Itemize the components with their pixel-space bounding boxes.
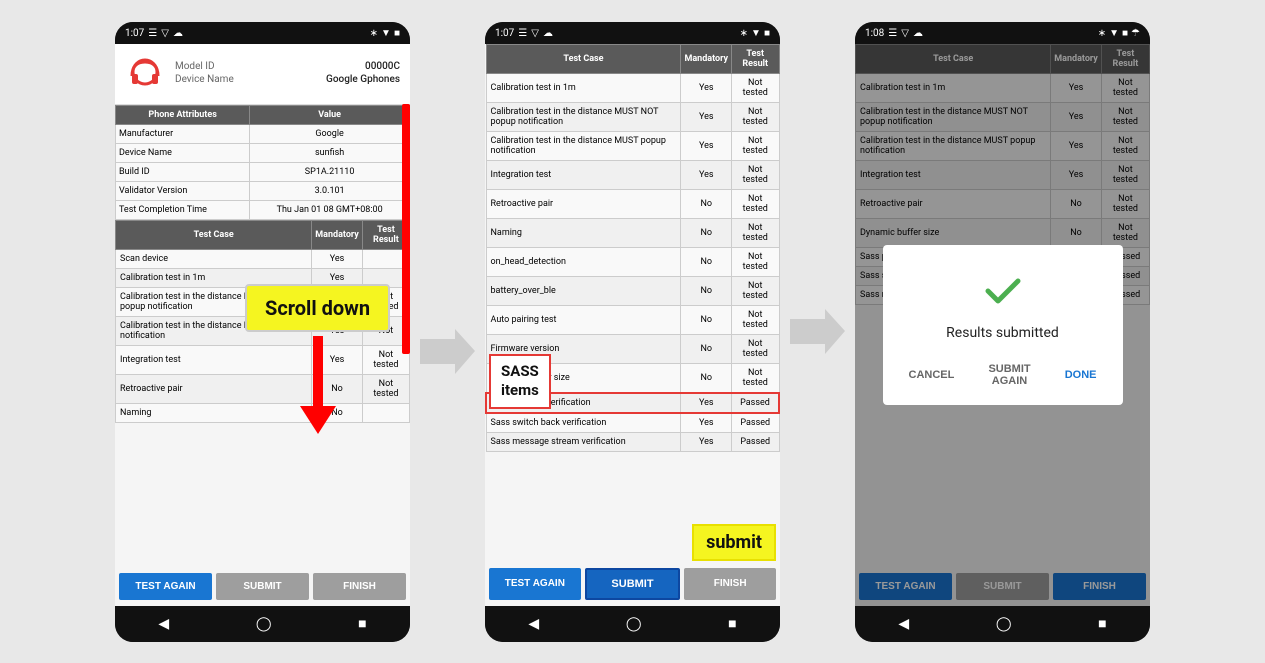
nav-bar-2: ◀ ◯ ■ bbox=[485, 606, 780, 642]
back-button-2[interactable]: ◀ bbox=[528, 616, 539, 632]
bottom-buttons-2: TEST AGAIN SUBMIT FINISH bbox=[485, 562, 780, 606]
test-row: Calibration test in the distance MUST NO… bbox=[486, 102, 779, 131]
arrow-2 bbox=[790, 309, 845, 354]
nav-bar-1: ◀ ◯ ■ bbox=[115, 606, 410, 642]
test-row: battery_over_bleNoNot tested bbox=[486, 276, 779, 305]
phone-1: 1:07 ☰ ▽ ☁ ∗ ▼ ■ bbox=[115, 22, 410, 642]
test-row: Calibration test in the distance MUST po… bbox=[486, 131, 779, 160]
done-button[interactable]: DONE bbox=[1055, 357, 1107, 393]
test-row: Auto pairing testNoNot tested bbox=[486, 305, 779, 334]
attr-row: Validator Version3.0.101 bbox=[116, 181, 410, 200]
submit-again-button[interactable]: SUBMIT AGAIN bbox=[972, 357, 1046, 393]
arrow-1 bbox=[420, 309, 475, 354]
test-row: Calibration test in 1mYesNot tested bbox=[486, 73, 779, 102]
submit-annotation: submit bbox=[692, 524, 776, 561]
finish-button-2[interactable]: FINISH bbox=[684, 568, 776, 600]
phone-2: 1:07 ☰ ▽ ☁ ∗ ▼ ■ Test Case Mandatory bbox=[485, 22, 780, 642]
bottom-buttons-1: TEST AGAIN SUBMIT FINISH bbox=[115, 567, 410, 606]
back-button-3[interactable]: ◀ bbox=[898, 616, 909, 632]
status-bar-2: 1:07 ☰ ▽ ☁ ∗ ▼ ■ bbox=[485, 22, 780, 44]
test-row: Retroactive pairNoNot tested bbox=[486, 189, 779, 218]
headphone-icon bbox=[125, 54, 165, 94]
attr-row: Device Namesunfish bbox=[116, 143, 410, 162]
sass-annotation: SASSitems bbox=[489, 354, 551, 409]
status-time-1: 1:07 ☰ ▽ ☁ bbox=[125, 28, 183, 39]
submit-button-2[interactable]: SUBMIT bbox=[585, 568, 681, 600]
home-button-2[interactable]: ◯ bbox=[626, 616, 642, 632]
submit-button-1[interactable]: SUBMIT bbox=[216, 573, 309, 600]
sass-row: Sass message stream verificationYesPasse… bbox=[486, 432, 779, 451]
finish-button-1[interactable]: FINISH bbox=[313, 573, 406, 600]
scroll-indicator bbox=[402, 104, 410, 354]
test-row: NamingNoNot tested bbox=[486, 218, 779, 247]
attr-table-1: Phone Attributes Value ManufacturerGoogl… bbox=[115, 105, 410, 220]
header-card-1: Model ID 00000C Device Name Google Gphon… bbox=[115, 44, 410, 105]
test-again-button-1[interactable]: TEST AGAIN bbox=[119, 573, 212, 600]
success-check-icon bbox=[978, 265, 1028, 315]
phone-3: 1:08 ☰ ▽ ☁ ∗ ▼ ■ ☂ Test Case Mandator bbox=[855, 22, 1150, 642]
cancel-button[interactable]: CANCEL bbox=[899, 357, 965, 393]
nav-bar-3: ◀ ◯ ■ bbox=[855, 606, 1150, 642]
attr-row: Build IDSP1A.21110 bbox=[116, 162, 410, 181]
recents-button-2[interactable]: ■ bbox=[728, 615, 736, 632]
test-row: Integration testYesNot tested bbox=[486, 160, 779, 189]
back-button-1[interactable]: ◀ bbox=[158, 616, 169, 632]
attr-row: ManufacturerGoogle bbox=[116, 124, 410, 143]
test-row: on_head_detectionNoNot tested bbox=[486, 247, 779, 276]
test-again-button-2[interactable]: TEST AGAIN bbox=[489, 568, 581, 600]
results-dialog: Results submitted CANCEL SUBMIT AGAIN DO… bbox=[855, 44, 1150, 606]
home-button-3[interactable]: ◯ bbox=[996, 616, 1012, 632]
recents-button-1[interactable]: ■ bbox=[358, 615, 366, 632]
dialog-title: Results submitted bbox=[899, 325, 1107, 341]
recents-button-3[interactable]: ■ bbox=[1098, 615, 1106, 632]
test-row: Scan deviceYes bbox=[116, 249, 410, 268]
attr-row: Test Completion TimeThu Jan 01 08 GMT+08… bbox=[116, 200, 410, 219]
dialog-buttons: CANCEL SUBMIT AGAIN DONE bbox=[899, 357, 1107, 393]
status-bar-3: 1:08 ☰ ▽ ☁ ∗ ▼ ■ ☂ bbox=[855, 22, 1150, 44]
home-button-1[interactable]: ◯ bbox=[256, 616, 272, 632]
dialog-box: Results submitted CANCEL SUBMIT AGAIN DO… bbox=[883, 245, 1123, 405]
scroll-down-annotation: Scroll down bbox=[245, 284, 390, 434]
status-bar-1: 1:07 ☰ ▽ ☁ ∗ ▼ ■ bbox=[115, 22, 410, 44]
sass-row: Sass switch back verificationYesPassed bbox=[486, 413, 779, 433]
